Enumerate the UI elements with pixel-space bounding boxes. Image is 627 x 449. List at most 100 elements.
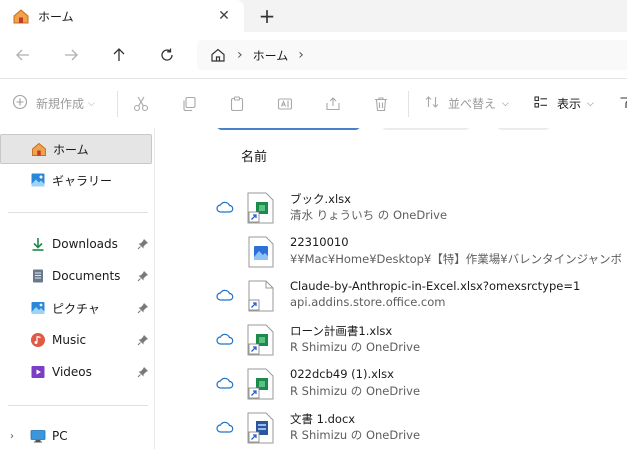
breadcrumb-chevron[interactable]: ›: [298, 47, 304, 63]
sidebar-item-home[interactable]: ホーム: [0, 134, 152, 164]
expand-chevron-icon[interactable]: ›: [10, 431, 14, 442]
sort-icon: [424, 94, 440, 113]
cloud-icon: [216, 420, 234, 434]
address-bar[interactable]: › ホーム ›: [197, 40, 627, 70]
pin-icon[interactable]: [137, 238, 149, 250]
file-name: ローン計画書1.xlsx: [290, 324, 393, 338]
sidebar-item-downloads[interactable]: Downloads: [0, 229, 152, 259]
share-icon[interactable]: [323, 94, 343, 114]
copy-icon[interactable]: [179, 94, 199, 114]
file-name: 022dcb49 (1).xlsx: [290, 367, 394, 381]
chevron-down-icon: ⌵: [587, 98, 594, 109]
sidebar-item-videos[interactable]: Videos: [0, 357, 152, 387]
word-file-icon: [246, 412, 276, 444]
toolbar-divider: [117, 91, 118, 117]
command-bar: 新規作成 ⌵ 並べ替え ⌵ 表示 ⌵: [0, 78, 627, 128]
file-row[interactable]: ブック.xlsx 清水 りょういち の OneDrive: [156, 186, 627, 230]
pin-icon[interactable]: [137, 270, 149, 282]
cloud-icon: [216, 332, 234, 346]
sidebar-item-pictures[interactable]: ピクチャ: [0, 293, 152, 323]
pin-icon[interactable]: [137, 302, 149, 314]
view-list-icon: [533, 94, 549, 113]
file-row[interactable]: 22310010 ¥¥Mac¥Home¥Desktop¥【特】作業場¥バレンタイ…: [156, 230, 627, 274]
sidebar-item-music[interactable]: Music: [0, 325, 152, 355]
chevron-down-icon: ⌵: [502, 98, 509, 109]
image-file-icon: [246, 236, 276, 268]
file-location: api.addins.store.office.com: [290, 295, 446, 309]
file-name: 文書 1.docx: [290, 412, 356, 426]
cloud-icon: [216, 376, 234, 390]
up-arrow-icon[interactable]: [106, 42, 132, 68]
add-circle-icon: [12, 94, 28, 113]
cloud-icon: [216, 288, 234, 302]
breadcrumb-separator[interactable]: ›: [237, 47, 243, 63]
generic-file-icon: [246, 280, 276, 312]
file-row[interactable]: 022dcb49 (1).xlsx R Shimizu の OneDrive: [156, 362, 627, 406]
delete-icon[interactable]: [371, 94, 391, 114]
sidebar-item-label: ピクチャ: [52, 301, 100, 316]
file-location: R Shimizu の OneDrive: [290, 384, 421, 398]
file-row[interactable]: Claude-by-Anthropic-in-Excel.xlsx?omexsr…: [156, 274, 627, 318]
toolbar-divider: [408, 91, 409, 117]
forward-arrow-icon[interactable]: [58, 42, 84, 68]
view-button-label: 表示: [557, 97, 582, 111]
column-header-name[interactable]: 名前: [241, 146, 267, 165]
file-row[interactable]: 文書 1.docx R Shimizu の OneDrive: [156, 406, 627, 449]
file-name: 22310010: [290, 235, 349, 249]
documents-icon: [30, 268, 46, 284]
sidebar-divider: [8, 212, 148, 213]
sort-button[interactable]: 並べ替え ⌵: [424, 94, 509, 113]
file-row[interactable]: ローン計画書1.xlsx R Shimizu の OneDrive: [156, 318, 627, 362]
sidebar-item-label: Music: [52, 333, 87, 347]
new-tab-button[interactable]: +: [256, 4, 278, 28]
new-button[interactable]: 新規作成 ⌵: [12, 94, 95, 113]
videos-icon: [30, 364, 46, 380]
navigation-bar: › ホーム ›: [0, 32, 627, 78]
sidebar-divider: [8, 405, 148, 406]
sidebar-item-label: PC: [52, 429, 68, 443]
sidebar-item-label: Videos: [52, 365, 92, 379]
cut-icon[interactable]: [131, 94, 151, 114]
sidebar-item-gallery[interactable]: ギャラリー: [0, 165, 152, 195]
file-list-pane: 名前 ブック.xlsx 清水 りょういち の OneDrive 22310010…: [156, 128, 627, 449]
sidebar-item-label: ホーム: [53, 142, 89, 157]
sidebar-item-label: Documents: [52, 269, 121, 283]
tab-label: ホーム: [38, 9, 74, 24]
file-location: R Shimizu の OneDrive: [290, 340, 421, 354]
home-icon: [31, 141, 47, 157]
sidebar-item-label: Downloads: [52, 237, 118, 251]
cloud-icon: [216, 200, 234, 214]
sidebar-item-label: ギャラリー: [52, 173, 113, 188]
sidebar-item-pc[interactable]: › PC: [0, 421, 152, 449]
pictures-icon: [30, 300, 46, 316]
refresh-icon[interactable]: [154, 42, 180, 68]
filter-icon[interactable]: [620, 96, 627, 110]
file-name: ブック.xlsx: [290, 192, 351, 206]
close-icon[interactable]: ✕: [214, 6, 234, 26]
breadcrumb-home[interactable]: ホーム: [253, 47, 289, 64]
back-arrow-icon[interactable]: [10, 42, 36, 68]
excel-file-icon: [246, 368, 276, 400]
home-outline-icon[interactable]: [209, 46, 227, 64]
music-icon: [30, 332, 46, 348]
sidebar-item-documents[interactable]: Documents: [0, 261, 152, 291]
navigation-pane: ホーム ギャラリー Downloads Documents ピクチャ Music…: [0, 128, 155, 449]
file-name: Claude-by-Anthropic-in-Excel.xlsx?omexsr…: [290, 279, 581, 293]
tab-bar: ホーム ✕ +: [0, 0, 627, 32]
scrolled-card-edge: [496, 128, 551, 130]
view-button[interactable]: 表示 ⌵: [533, 94, 594, 113]
file-location: R Shimizu の OneDrive: [290, 428, 421, 442]
home-icon: [12, 7, 30, 25]
paste-icon[interactable]: [227, 94, 247, 114]
pin-icon[interactable]: [137, 334, 149, 346]
rename-icon[interactable]: [275, 94, 295, 114]
pin-icon[interactable]: [137, 366, 149, 378]
scrolled-card-edge: [381, 128, 471, 130]
new-button-label: 新規作成: [36, 97, 85, 111]
chevron-down-icon: ⌵: [88, 98, 95, 109]
scrolled-card-edge: [216, 128, 361, 130]
tab-home[interactable]: ホーム ✕: [0, 0, 244, 32]
download-icon: [30, 236, 46, 252]
excel-file-icon: [246, 324, 276, 356]
gallery-icon: [30, 172, 46, 188]
